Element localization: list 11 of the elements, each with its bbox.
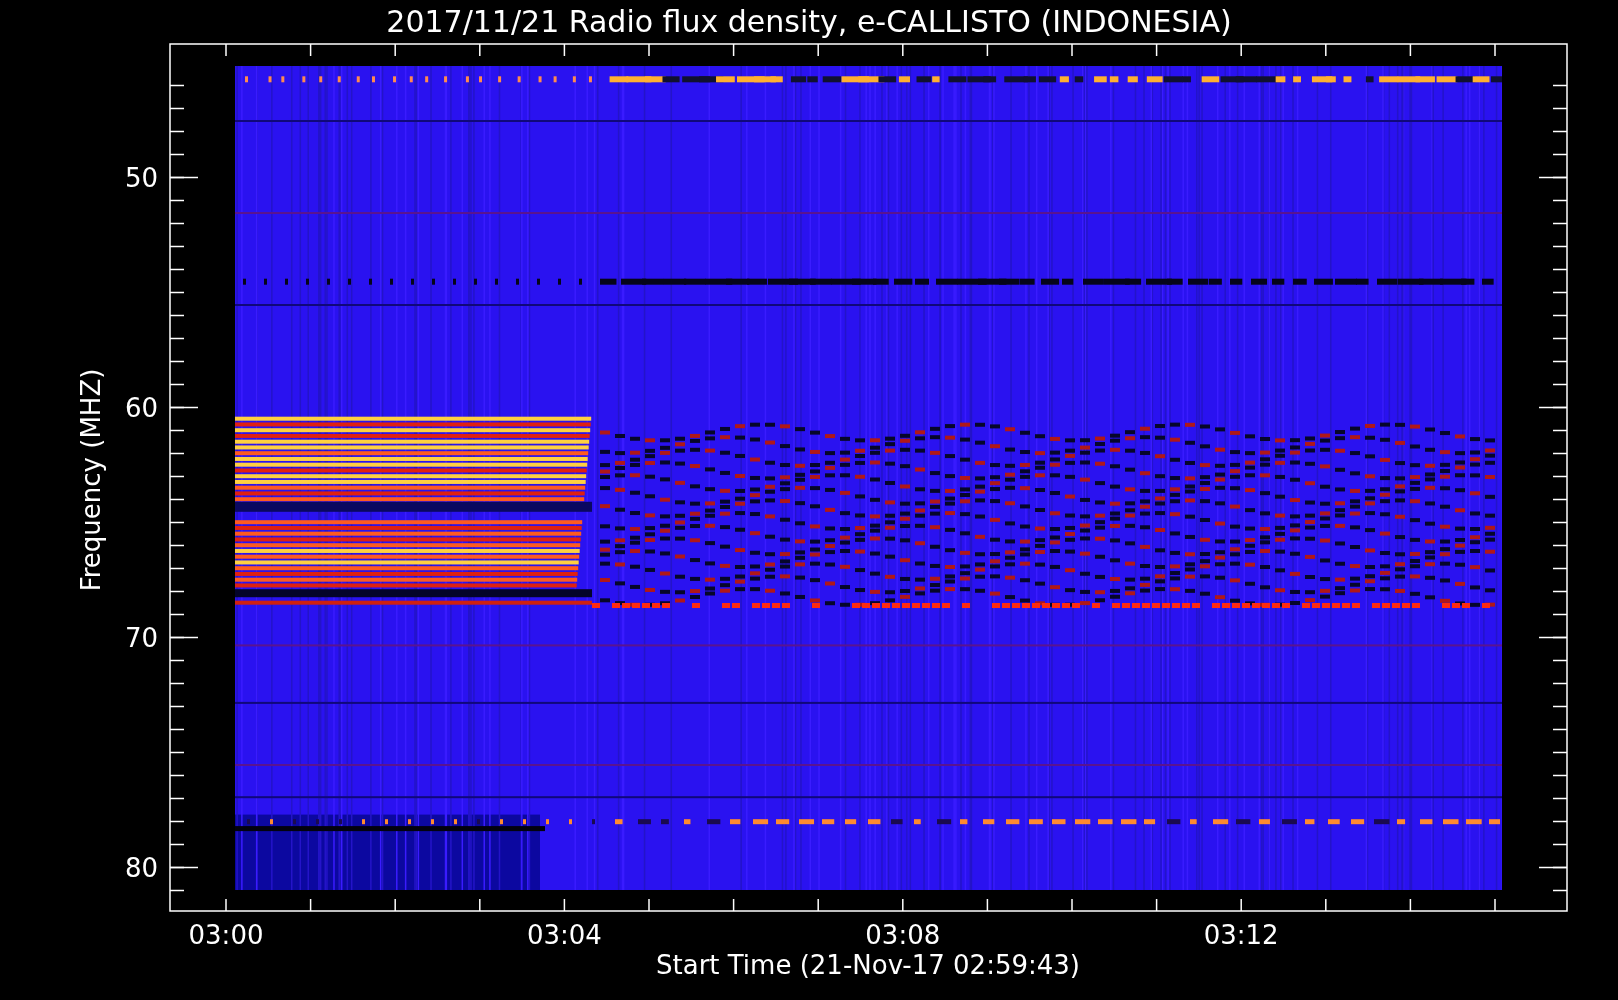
x-axis-label: Start Time (21-Nov-17 02:59:43)	[656, 950, 1080, 980]
x-tick-label: 03:12	[1203, 920, 1279, 950]
x-tick-label: 03:08	[865, 920, 941, 950]
chart-title: 2017/11/21 Radio flux density, e-CALLISTO (INDONESIA)	[386, 4, 1232, 39]
x-tick-label: 03:04	[526, 920, 602, 950]
y-tick-label: 50	[124, 162, 158, 193]
x-tick-label: 03:00	[188, 920, 264, 950]
y-tick-label: 70	[124, 622, 158, 653]
y-tick-label: 80	[124, 852, 158, 883]
y-axis-label: Frequency (MHZ)	[76, 368, 106, 592]
y-tick-label: 60	[124, 392, 158, 423]
